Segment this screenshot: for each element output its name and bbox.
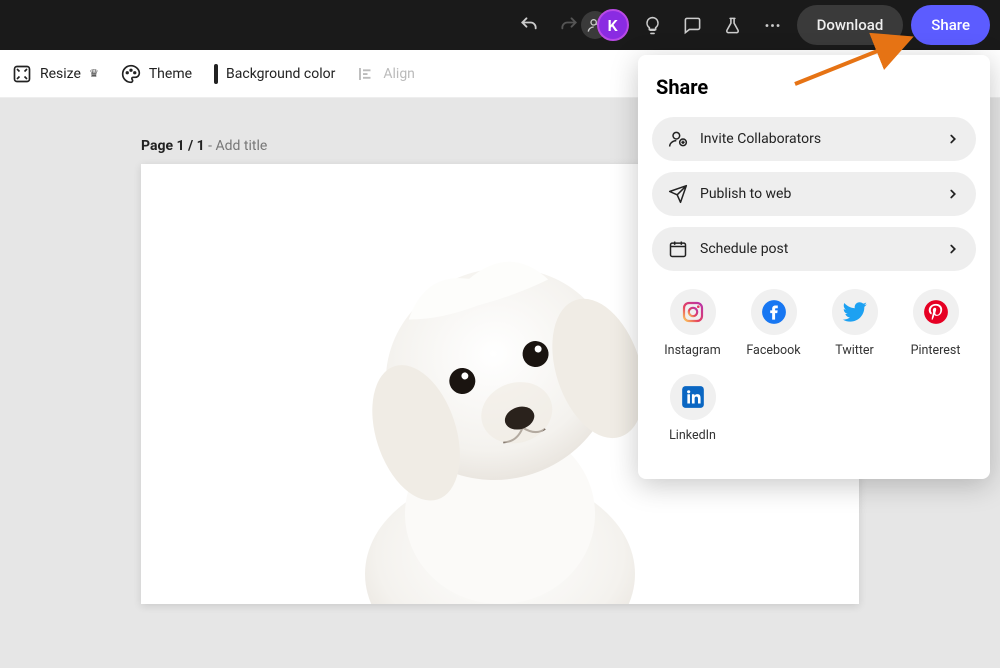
social-facebook[interactable]: Facebook (733, 289, 814, 358)
resize-button[interactable]: Resize ♛ (12, 64, 99, 84)
facebook-label: Facebook (746, 343, 800, 358)
page-title-placeholder[interactable]: Add title (216, 138, 268, 154)
pinterest-label: Pinterest (911, 343, 961, 358)
chevron-right-icon (946, 132, 960, 146)
social-grid: Instagram Facebook Twitter Pinterest Lin… (652, 289, 976, 459)
chevron-right-icon (946, 187, 960, 201)
share-button[interactable]: Share (911, 5, 990, 45)
top-header: K Download Share (0, 0, 1000, 50)
social-twitter[interactable]: Twitter (814, 289, 895, 358)
schedule-post-row[interactable]: Schedule post (652, 227, 976, 271)
palette-icon (121, 64, 141, 84)
download-label: Download (817, 16, 884, 34)
invite-icon (668, 129, 688, 149)
resize-label: Resize (40, 66, 81, 82)
social-pinterest[interactable]: Pinterest (895, 289, 976, 358)
share-label: Share (931, 16, 970, 34)
send-icon (668, 184, 688, 204)
crown-icon: ♛ (89, 67, 99, 80)
pinterest-icon (913, 289, 959, 335)
avatar-initial: K (608, 16, 618, 35)
more-icon[interactable] (757, 9, 789, 41)
avatar-group[interactable]: K (593, 7, 629, 43)
linkedin-label: LinkedIn (669, 428, 716, 443)
publish-web-row[interactable]: Publish to web (652, 172, 976, 216)
align-button: Align (357, 65, 415, 83)
publish-label: Publish to web (700, 186, 791, 202)
chevron-right-icon (946, 242, 960, 256)
theme-label: Theme (149, 66, 192, 82)
instagram-icon (670, 289, 716, 335)
download-button[interactable]: Download (797, 5, 904, 45)
resize-icon (12, 64, 32, 84)
calendar-icon (668, 239, 688, 259)
canvas-image[interactable] (320, 204, 680, 604)
invite-collaborators-row[interactable]: Invite Collaborators (652, 117, 976, 161)
square-icon (214, 66, 218, 82)
share-panel: Share Invite Collaborators Publish to we… (638, 55, 990, 479)
undo-icon[interactable] (513, 9, 545, 41)
avatar: K (597, 9, 629, 41)
instagram-label: Instagram (664, 343, 720, 358)
facebook-icon (751, 289, 797, 335)
twitter-icon (832, 289, 878, 335)
align-icon (357, 65, 375, 83)
align-label: Align (383, 66, 415, 82)
invite-label: Invite Collaborators (700, 131, 821, 147)
linkedin-icon (670, 374, 716, 420)
schedule-label: Schedule post (700, 241, 788, 257)
theme-button[interactable]: Theme (121, 64, 192, 84)
beaker-icon[interactable] (717, 9, 749, 41)
page-number: Page 1 / 1 (141, 138, 205, 154)
comment-icon[interactable] (677, 9, 709, 41)
social-linkedin[interactable]: LinkedIn (652, 374, 733, 443)
lightbulb-icon[interactable] (637, 9, 669, 41)
page-sep: - (205, 138, 216, 154)
bgcolor-label: Background color (226, 66, 335, 82)
redo-icon (553, 9, 585, 41)
twitter-label: Twitter (835, 343, 874, 358)
bgcolor-button[interactable]: Background color (214, 66, 335, 82)
social-instagram[interactable]: Instagram (652, 289, 733, 358)
share-panel-title: Share (652, 75, 976, 99)
